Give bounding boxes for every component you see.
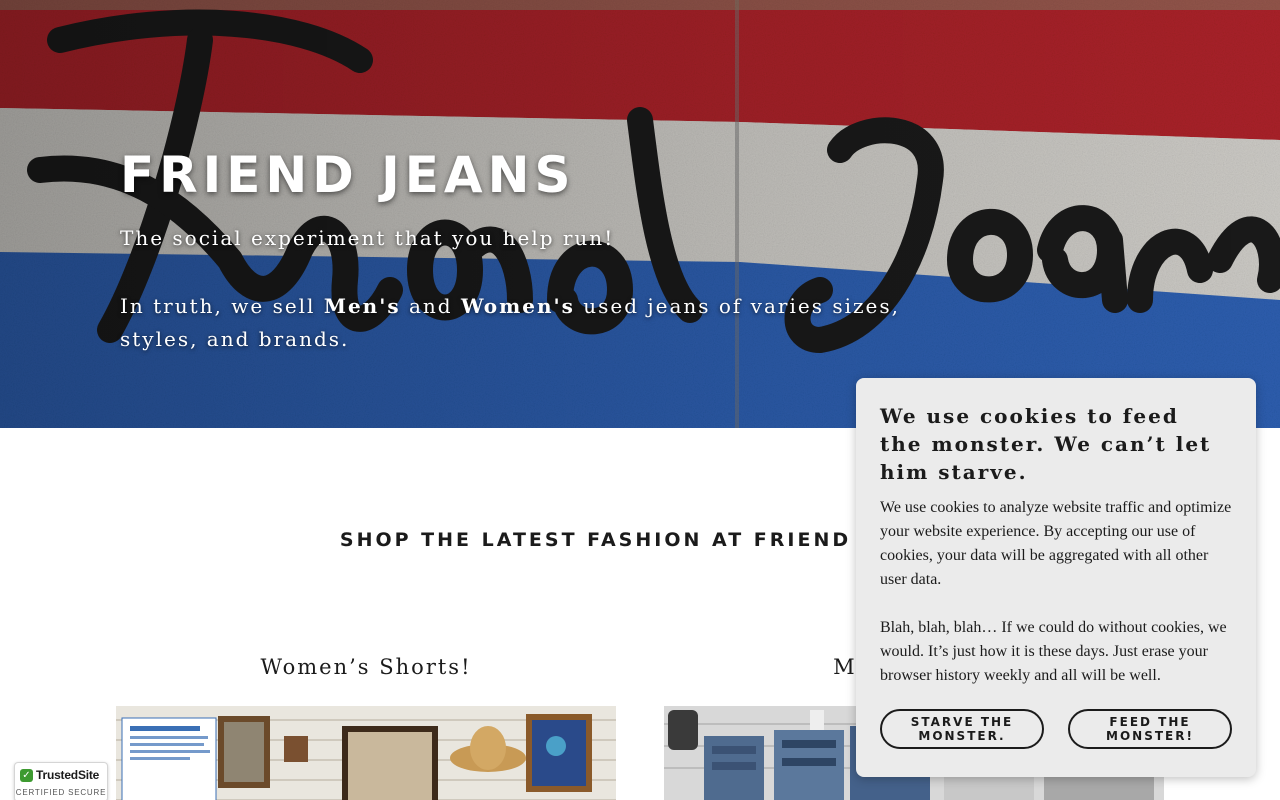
cookie-dialog-body: We use cookies to analyze website traffi… bbox=[880, 496, 1234, 688]
cookie-consent-dialog: We use cookies to feed the monster. We c… bbox=[856, 378, 1256, 777]
check-icon: ✓ bbox=[20, 768, 33, 782]
hero-overlay bbox=[0, 0, 1280, 428]
hero-description-womens: Women's bbox=[460, 294, 575, 318]
product-title: Women’s Shorts! bbox=[260, 655, 472, 679]
hero-tagline: The social experiment that you help run! bbox=[120, 226, 615, 250]
product-image-womens-shorts[interactable] bbox=[116, 706, 616, 800]
hero-description-text: In truth, we sell bbox=[120, 294, 324, 318]
cookie-body-paragraph: We use cookies to analyze website traffi… bbox=[880, 499, 1232, 588]
cookie-body-paragraph: Blah, blah, blah… If we could do without… bbox=[880, 619, 1227, 684]
product-card-womens-shorts[interactable]: Women’s Shorts! bbox=[116, 652, 616, 800]
page-title: FRIEND JEANS bbox=[120, 146, 576, 204]
trustedsite-name: TrustedSite bbox=[36, 768, 100, 782]
decline-cookies-button[interactable]: STARVE THE MONSTER. bbox=[880, 709, 1044, 749]
trustedsite-badge[interactable]: ✓ TrustedSite CERTIFIED SECURE bbox=[14, 762, 108, 800]
hero-description-text: and bbox=[400, 294, 461, 318]
cookie-dialog-title: We use cookies to feed the monster. We c… bbox=[880, 404, 1212, 484]
hero-description-mens: Men's bbox=[323, 294, 401, 318]
cookie-button-row: STARVE THE MONSTER. FEED THE MONSTER! bbox=[880, 709, 1232, 749]
trustedsite-badge-row: ✓ TrustedSite bbox=[20, 768, 99, 782]
hero-description: In truth, we sell Men's and Women's used… bbox=[120, 290, 940, 356]
accept-cookies-button[interactable]: FEED THE MONSTER! bbox=[1068, 709, 1232, 749]
trustedsite-subtitle: CERTIFIED SECURE bbox=[15, 788, 107, 797]
hero-section: FRIEND JEANS The social experiment that … bbox=[0, 0, 1280, 428]
